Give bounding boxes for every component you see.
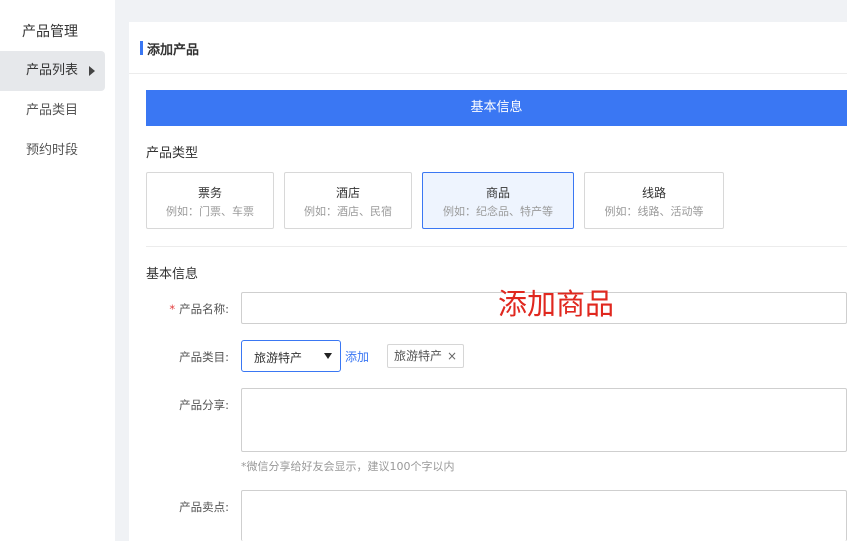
product-selling-textarea[interactable] (241, 490, 847, 541)
type-name: 酒店 (335, 186, 360, 200)
caret-down-icon (324, 353, 332, 359)
category-tag: 旅游特产 × (387, 344, 465, 368)
type-card-tickets[interactable]: 票务 例如：门票、车票 (146, 172, 274, 229)
divider (146, 246, 847, 247)
sidebar-item-product-category[interactable]: 产品类目 (0, 91, 105, 131)
header-accent-bar (140, 41, 143, 55)
top-strip (115, 0, 847, 9)
sidebar-item-label: 产品类目 (26, 103, 79, 118)
sidebar-item-booking-slots[interactable]: 预约时段 (0, 131, 105, 171)
type-hint: 例如：线路、活动等 (604, 205, 704, 218)
sidebar-item-product-list[interactable]: 产品列表 (0, 51, 105, 91)
product-name-label-text: 产品名称: (179, 302, 229, 316)
panel-header: 添加产品 (129, 22, 847, 74)
section-header-basic-info: 基本信息 (146, 90, 847, 126)
category-select-value: 旅游特产 (254, 351, 303, 365)
sidebar-item-label: 产品列表 (26, 63, 79, 78)
sidebar-item-label: 预约时段 (26, 143, 79, 158)
type-card-hotel[interactable]: 酒店 例如：酒店、民宿 (284, 172, 412, 229)
page-title: 添加产品 (147, 43, 200, 58)
type-card-route[interactable]: 线路 例如：线路、活动等 (584, 172, 724, 229)
type-name: 票务 (197, 186, 222, 200)
type-card-goods[interactable]: 商品 例如：纪念品、特产等 (422, 172, 574, 229)
type-hint: 例如：门票、车票 (166, 205, 254, 218)
type-name: 线路 (641, 186, 666, 200)
share-hint: *微信分享给好友会显示，建议100个字以内 (241, 460, 455, 473)
overlay-annotation-text: 添加商品 (498, 287, 615, 321)
sidebar-title: 产品管理 (22, 24, 78, 40)
product-selling-label: 产品卖点: (179, 500, 229, 514)
product-name-label: * 产品名称: (139, 301, 229, 317)
product-share-textarea[interactable] (241, 388, 847, 452)
close-icon[interactable]: × (447, 349, 457, 363)
caret-right-icon (89, 66, 95, 76)
add-category-link[interactable]: 添加 (345, 348, 369, 365)
product-share-label: 产品分享: (179, 398, 229, 412)
type-hint: 例如：酒店、民宿 (304, 205, 392, 218)
required-mark: * (169, 302, 176, 316)
basic-info-label: 基本信息 (146, 267, 199, 282)
type-name: 商品 (485, 186, 510, 200)
sidebar: 产品管理 产品列表 产品类目 预约时段 (0, 0, 115, 541)
product-type-label: 产品类型 (146, 146, 199, 161)
type-hint: 例如：纪念品、特产等 (443, 205, 553, 218)
category-select[interactable]: 旅游特产 (241, 340, 341, 372)
category-tag-label: 旅游特产 (394, 349, 443, 363)
product-category-label: 产品类目: (179, 350, 229, 364)
